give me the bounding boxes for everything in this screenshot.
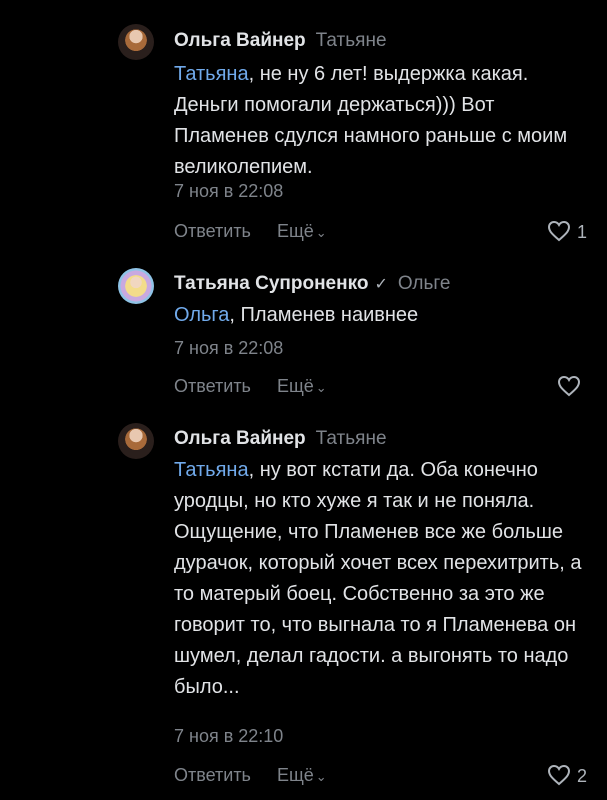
avatar[interactable] <box>118 268 154 304</box>
comment-header: Ольга Вайнер Татьяне <box>174 428 387 450</box>
reply-button[interactable]: Ответить <box>174 765 251 785</box>
chevron-down-icon: ⌄ <box>315 225 327 240</box>
more-label: Ещё <box>276 765 314 785</box>
reply-button[interactable]: Ответить <box>174 376 251 396</box>
heart-icon <box>547 220 570 242</box>
comment-actions: Ответить Ещё ⌄ <box>174 376 327 397</box>
reply-to-name[interactable]: Татьяне <box>316 428 387 449</box>
more-button[interactable]: Ещё ⌄ <box>277 765 327 785</box>
comment-body: , ну вот кстати да. Оба конечно уродцы, … <box>174 459 582 698</box>
reply-to-name[interactable]: Ольге <box>398 273 451 294</box>
avatar[interactable] <box>118 423 154 459</box>
avatar[interactable] <box>118 24 154 60</box>
mention-link[interactable]: Ольга <box>174 304 229 326</box>
comment-text: Татьяна, не ну 6 лет! выдержка какая. Де… <box>174 59 594 183</box>
verified-check-icon: ✓ <box>374 276 388 293</box>
heart-icon <box>557 375 581 397</box>
like-button[interactable]: 1 <box>547 220 587 243</box>
more-label: Ещё <box>276 376 314 396</box>
mention-link[interactable]: Татьяна <box>174 63 249 85</box>
like-count: 2 <box>576 766 587 786</box>
comment-header: Татьяна Супроненко ✓ Ольге <box>174 273 451 295</box>
more-button[interactable]: Ещё ⌄ <box>277 376 327 396</box>
comment-date[interactable]: 7 ноя в 22:08 <box>174 181 283 202</box>
more-label: Ещё <box>276 221 314 241</box>
more-button[interactable]: Ещё ⌄ <box>277 221 327 241</box>
mention-link[interactable]: Татьяна <box>174 459 249 481</box>
comment-actions: Ответить Ещё ⌄ <box>174 221 327 242</box>
comment-date[interactable]: 7 ноя в 22:10 <box>174 726 283 747</box>
author-name[interactable]: Ольга Вайнер <box>174 30 306 51</box>
comment-actions: Ответить Ещё ⌄ <box>174 765 327 786</box>
comment-text: Татьяна, ну вот кстати да. Оба конечно у… <box>174 455 594 703</box>
comment-header: Ольга Вайнер Татьяне <box>174 30 387 52</box>
author-name[interactable]: Татьяна Супроненко <box>174 273 368 294</box>
like-button[interactable] <box>557 375 587 398</box>
reply-button[interactable]: Ответить <box>174 221 251 241</box>
comment-body: , Пламенев наивнее <box>229 304 419 326</box>
reply-to-name[interactable]: Татьяне <box>316 30 387 51</box>
chevron-down-icon: ⌄ <box>315 769 327 784</box>
like-button[interactable]: 2 <box>547 764 587 787</box>
author-name[interactable]: Ольга Вайнер <box>174 428 306 449</box>
chevron-down-icon: ⌄ <box>315 380 327 395</box>
heart-icon <box>547 764 570 786</box>
comment-date[interactable]: 7 ноя в 22:08 <box>174 338 283 359</box>
like-count: 1 <box>576 222 587 242</box>
comment-text: Ольга, Пламенев наивнее <box>174 300 594 331</box>
